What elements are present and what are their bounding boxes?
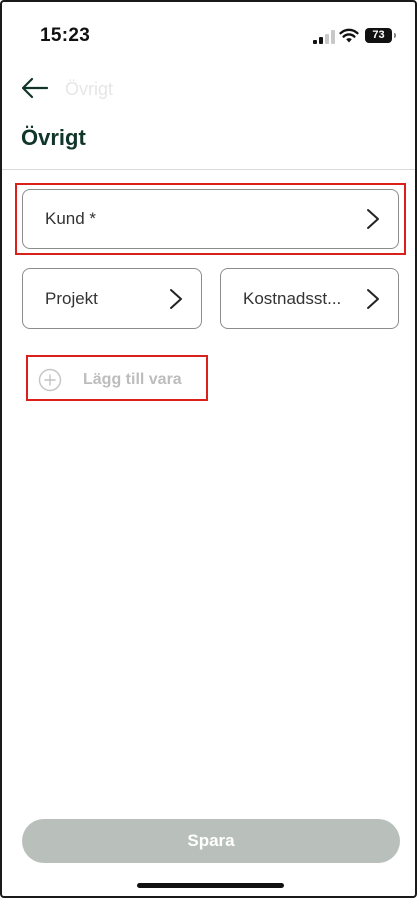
signal-icon bbox=[313, 30, 335, 44]
chevron-right-icon bbox=[367, 209, 379, 229]
project-field[interactable]: Projekt bbox=[22, 268, 202, 329]
wifi-icon bbox=[339, 28, 359, 43]
phone-screen: 15:23 73 Övrigt Övrigt Kund * Projekt Ko… bbox=[0, 0, 417, 898]
status-bar: 15:23 73 bbox=[2, 2, 415, 62]
page-title: Övrigt bbox=[21, 125, 86, 150]
chevron-right-icon bbox=[170, 288, 182, 309]
cost-center-field-label: Kostnadsst... bbox=[243, 288, 342, 308]
save-button[interactable]: Spara bbox=[22, 819, 400, 863]
cost-center-field[interactable]: Kostnadsst... bbox=[220, 268, 399, 329]
home-indicator bbox=[137, 883, 284, 888]
battery-icon: 73 bbox=[365, 28, 396, 43]
add-item-label: Lägg till vara bbox=[83, 371, 182, 388]
chevron-right-icon bbox=[367, 288, 379, 309]
customer-field-label: Kund * bbox=[45, 209, 97, 228]
add-item-button[interactable]: Lägg till vara bbox=[38, 367, 182, 393]
back-button[interactable] bbox=[20, 74, 50, 102]
project-field-label: Projekt bbox=[45, 288, 98, 308]
divider bbox=[2, 169, 415, 170]
status-time: 15:23 bbox=[40, 25, 91, 46]
back-arrow-icon bbox=[21, 77, 49, 99]
customer-field[interactable]: Kund * bbox=[22, 189, 399, 249]
nav-title: Övrigt bbox=[65, 79, 114, 99]
plus-circle-icon bbox=[38, 368, 62, 392]
